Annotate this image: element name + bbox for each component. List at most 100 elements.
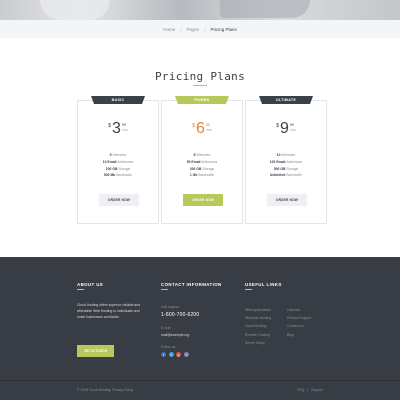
facebook-icon[interactable]: f (161, 352, 166, 357)
footer-links-title: USEFUL LINKS (245, 282, 282, 287)
feature-item: 10 Websites (246, 152, 326, 159)
feature-item: 500 Mb Bandwidth (78, 172, 158, 179)
breadcrumb-separator: / (204, 26, 206, 32)
feature-item: 1 Gb Bandwidth (162, 172, 242, 179)
feature-item: 500 GB Storage (246, 166, 326, 173)
feature-label: Bandwidth (198, 173, 215, 178)
footer-about-title: ABOUT US (77, 282, 104, 287)
feature-value: 200 GB (189, 166, 202, 171)
pricing-card-basic: BASIC $3 99/mo 5 Websites 10 Email Addresses… (77, 96, 159, 224)
footer-bottom-link[interactable]: FAQ (297, 388, 304, 392)
pricing-card-ultimate: ULTIMATE $9 99/mo 10 Websites 100 Email Addr… (245, 96, 327, 224)
phone-label: Call support (161, 305, 180, 309)
price-amount: 9 (279, 120, 289, 137)
feature-label: Storage (286, 166, 299, 171)
feature-label: Websites (112, 153, 127, 157)
plan-features: 10 Websites 100 Email Addresses 500 GB Sto… (246, 152, 326, 179)
plan-features: 5 Websites 10 Email Addresses 100 GB Stora… (78, 152, 158, 179)
page-title: Pricing Plans (155, 70, 245, 83)
contact-phone[interactable]: 1-800-700-6200 (161, 312, 199, 318)
price-period: /mo (205, 128, 212, 132)
feature-label: Bandwidth (286, 173, 303, 178)
feature-item: 5 Websites (78, 152, 158, 159)
social-label: Follow us (161, 345, 176, 349)
footer-link[interactable]: Reseller Hosting (245, 331, 271, 339)
feature-value: 100 Email (269, 159, 286, 164)
feature-value: 50 Email (186, 159, 201, 164)
plan-price: $6 99/mo (162, 121, 242, 137)
feature-value: 1 Gb (189, 173, 198, 178)
price-currency: $ (192, 123, 195, 129)
footer-title-underline (245, 289, 252, 290)
feature-item: Unlimited Bandwidth (246, 172, 326, 179)
order-now-button[interactable]: ORDER NOW (267, 194, 307, 206)
feature-label: Storage (202, 166, 215, 171)
plan-price: $9 99/mo (246, 121, 326, 137)
feature-label: Websites (281, 153, 296, 157)
feature-value: 10 Email (102, 159, 117, 164)
footer-link[interactable]: Product Support (287, 314, 312, 322)
order-now-button[interactable]: ORDER NOW (99, 194, 139, 206)
email-label: E-mail (161, 326, 171, 330)
plan-price: $3 99/mo (78, 121, 158, 137)
footer-link[interactable]: Contact Us (287, 322, 312, 330)
copyright-text: © 2019 Cloud Hosting. Privacy Policy (77, 388, 134, 392)
feature-label: Addresses (286, 159, 303, 164)
feature-label: Bandwidth (116, 173, 133, 178)
feature-item: 100 Email Addresses (246, 159, 326, 166)
price-currency: $ (276, 123, 279, 129)
footer-link[interactable]: Cloud Hosting (245, 322, 271, 330)
instagram-icon[interactable]: i (183, 352, 189, 357)
price-decimals: 99/mo (206, 123, 212, 133)
social-links: ftgi (161, 352, 189, 357)
google-plus-icon[interactable]: g (176, 352, 181, 357)
footer-bottom-links: FAQ | Support (297, 388, 323, 392)
feature-value: 500 Mb (103, 173, 116, 178)
link-separator: | (307, 388, 309, 392)
twitter-icon[interactable]: t (168, 352, 174, 357)
feature-label: Websites (196, 153, 211, 157)
feature-item: 50 Email Addresses (162, 159, 242, 166)
footer-link[interactable]: Blog (287, 331, 312, 339)
hero-banner-image (0, 0, 400, 20)
footer-link[interactable]: Web Applications (245, 306, 271, 314)
feature-value: 100 GB (105, 166, 118, 171)
useful-links-column-1: Web Applications Windows Hosting Cloud Hos… (245, 306, 271, 347)
feature-value: 500 GB (273, 166, 286, 171)
feature-item: 200 GB Storage (162, 166, 242, 173)
feature-item: 100 GB Storage (78, 166, 158, 173)
price-amount: 3 (111, 120, 121, 137)
hero-image-detail (220, 0, 310, 18)
footer-bottom-link[interactable]: Support (311, 388, 323, 392)
price-decimals: 99/mo (122, 123, 128, 133)
footer-about-text: Cloud Hosting offers superior, reliable … (77, 303, 141, 319)
plan-name-ribbon: POWER (175, 96, 229, 104)
footer-link[interactable]: Windows Hosting (245, 314, 271, 322)
price-period: /mo (121, 128, 128, 132)
breadcrumb-pages-link[interactable]: Pages (186, 27, 199, 32)
breadcrumb-home-link[interactable]: Home (163, 27, 175, 32)
plan-name-ribbon: ULTIMATE (259, 96, 313, 104)
title-underline (193, 85, 207, 86)
footer-link[interactable]: Licenses (287, 306, 312, 314)
breadcrumb-current: Pricing Plans (210, 26, 237, 32)
hero-image-detail (40, 0, 110, 20)
feature-item: 8 Websites (162, 152, 242, 159)
footer-contact-title: CONTACT INFORMATION (161, 282, 222, 287)
breadcrumb-separator: / (180, 26, 182, 32)
plan-features: 8 Websites 50 Email Addresses 200 GB Stora… (162, 152, 242, 179)
get-in-touch-button[interactable]: GET IN TOUCH (77, 345, 114, 357)
contact-email[interactable]: mail@example.org (161, 333, 189, 337)
feature-value: 10 (276, 153, 281, 157)
footer-link[interactable]: Server Setup (245, 339, 271, 347)
price-decimals: 99/mo (290, 123, 296, 133)
order-now-button[interactable]: ORDER NOW (183, 194, 223, 206)
useful-links-column-2: Licenses Product Support Contact Us Blog (287, 306, 312, 339)
price-currency: $ (108, 123, 111, 129)
pricing-card-power: POWER $6 99/mo 8 Websites 50 Email Addresses… (161, 96, 243, 224)
breadcrumb: Home / Pages / Pricing Plans (0, 20, 400, 38)
feature-label: Addresses (117, 159, 134, 164)
feature-value: Unlimited (269, 173, 286, 178)
footer: ABOUT US Cloud Hosting offers superior, … (0, 257, 400, 400)
price-period: /mo (289, 128, 296, 132)
